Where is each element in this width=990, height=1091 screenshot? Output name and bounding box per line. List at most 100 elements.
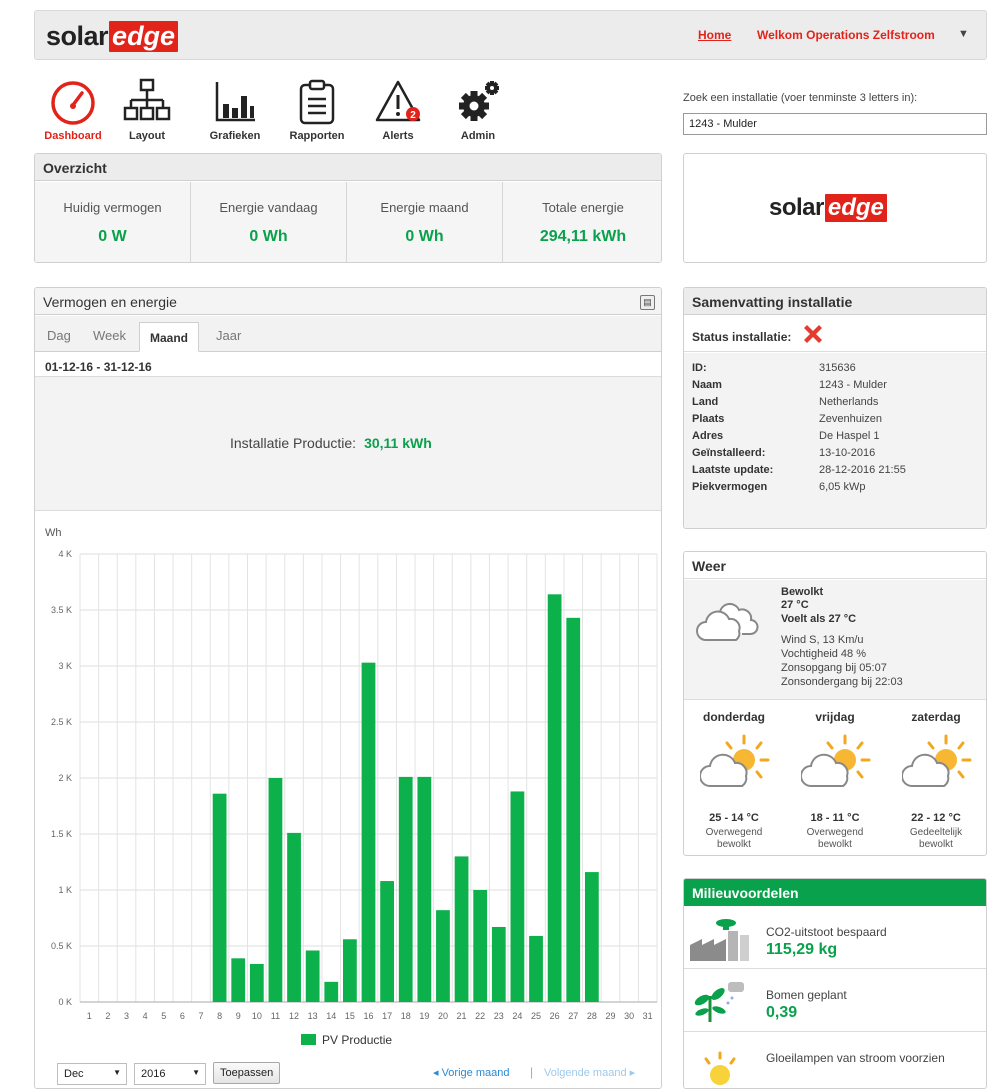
x-tick-label: 15 bbox=[345, 1011, 355, 1021]
env-value: 115,29 kg bbox=[766, 941, 838, 958]
forecast-desc-line: bewolkt bbox=[717, 839, 751, 850]
env-title: Milieuvoordelen bbox=[684, 879, 986, 906]
chart-bar bbox=[566, 617, 581, 1002]
pv-production-chart: Wh0 K0.5 K1 K1.5 K2 K2.5 K3 K3.5 K4 K1 2 3… bbox=[45, 527, 658, 1047]
tab-week[interactable]: Week bbox=[93, 328, 126, 343]
env-label: Gloeilampen van stroom voorzien bbox=[766, 1051, 945, 1065]
weather-humidity: Vochtigheid 48 % bbox=[781, 648, 867, 660]
x-tick-label: 21 bbox=[457, 1011, 467, 1021]
env-co2-row: CO2-uitstoot bespaard 115,29 kg bbox=[684, 907, 986, 969]
y-tick-label: 0.5 K bbox=[51, 941, 72, 951]
weather-feels-like: Voelt als 27 °C bbox=[781, 613, 857, 625]
tree-sprout-icon bbox=[694, 982, 744, 1022]
nav-alerts[interactable]: 2 Alerts bbox=[363, 78, 433, 146]
tab-maand[interactable]: Maand bbox=[139, 322, 200, 352]
x-tick-label: 13 bbox=[308, 1011, 318, 1021]
y-axis-label: Wh bbox=[45, 527, 62, 539]
month-select[interactable]: Dec ▼ bbox=[57, 1063, 127, 1085]
overview-value: 294,11 kWh bbox=[539, 228, 627, 245]
dashboard-gauge-icon bbox=[51, 81, 95, 125]
chart-bar bbox=[305, 950, 320, 1002]
red-x-icon bbox=[804, 325, 822, 343]
env-label: Bomen geplant bbox=[766, 988, 847, 1002]
x-tick-label: 12 bbox=[289, 1011, 299, 1021]
x-tick-label: 3 bbox=[124, 1011, 129, 1021]
nav-label: Grafieken bbox=[209, 130, 261, 142]
x-tick-label: 4 bbox=[143, 1011, 148, 1021]
x-tick-label: 20 bbox=[438, 1011, 448, 1021]
y-tick-label: 1 K bbox=[58, 885, 72, 895]
y-tick-label: 3 K bbox=[58, 661, 72, 671]
forecast-desc-line: bewolkt bbox=[919, 839, 953, 850]
installation-search-input[interactable] bbox=[683, 113, 987, 135]
next-month-link[interactable]: Volgende maand ▸ bbox=[544, 1066, 635, 1079]
layout-tree-icon bbox=[123, 78, 171, 121]
gears-icon bbox=[459, 81, 499, 121]
weather-condition: Bewolkt bbox=[781, 586, 824, 598]
status-label: Status installatie: bbox=[692, 330, 792, 344]
overview-value: 0 Wh bbox=[249, 228, 288, 245]
nav-admin[interactable]: Admin bbox=[443, 78, 513, 146]
overview-label: Huidig vermogen bbox=[63, 200, 162, 215]
nav-grafieken[interactable]: Grafieken bbox=[200, 78, 270, 146]
forecast-day-name: vrijdag bbox=[815, 710, 855, 724]
light-bulb-icon bbox=[704, 1051, 736, 1085]
warning-triangle-icon: 2 bbox=[375, 80, 421, 122]
chart-bar bbox=[436, 910, 450, 1002]
detail-value: 28-12-2016 21:55 bbox=[819, 464, 906, 476]
logo-solar-text: solar bbox=[46, 21, 109, 51]
chart-bar bbox=[249, 963, 264, 1002]
forecast-desc-line: bewolkt bbox=[818, 839, 852, 850]
detail-value: Zevenhuizen bbox=[819, 413, 882, 425]
previous-month-link[interactable]: ◂ Vorige maand bbox=[433, 1066, 509, 1079]
nav-layout[interactable]: Layout bbox=[112, 78, 182, 146]
nav-dashboard[interactable]: Dashboard bbox=[38, 78, 108, 146]
forecast-day: vrijdag 18 - 11 °C Overwegend bewolkt bbox=[785, 710, 885, 850]
user-menu-welcome[interactable]: Welkom Operations Zelfstroom bbox=[757, 28, 935, 42]
x-tick-label: 1 bbox=[87, 1011, 92, 1021]
x-tick-label: 23 bbox=[494, 1011, 504, 1021]
x-tick-label: 19 bbox=[419, 1011, 429, 1021]
solaredge-logo[interactable]: solar edge bbox=[46, 21, 179, 52]
tab-dag[interactable]: Dag bbox=[47, 328, 71, 343]
month-select-value: Dec bbox=[64, 1068, 84, 1080]
weather-wind: Wind S, 13 Km/u bbox=[781, 634, 864, 646]
year-select[interactable]: 2016 ▼ bbox=[134, 1063, 206, 1085]
forecast-day: zaterdag 22 - 12 °C Gedeeltelijk bewolkt bbox=[886, 710, 986, 850]
forecast-desc-line: Gedeeltelijk bbox=[909, 827, 963, 838]
apply-button[interactable]: Toepassen bbox=[213, 1062, 281, 1084]
export-icon[interactable]: ▤ bbox=[640, 295, 655, 310]
cloudy-icon bbox=[696, 602, 759, 641]
detail-key: Geïnstalleerd: bbox=[692, 447, 766, 459]
weather-sunset: Zonsondergang bij 22:03 bbox=[781, 676, 903, 688]
detail-key: Piekvermogen bbox=[692, 481, 768, 493]
x-tick-label: 16 bbox=[363, 1011, 373, 1021]
overview-panel: Overzicht Huidig vermogen 0 W Energie va… bbox=[34, 153, 662, 263]
weather-temperature: 27 °C bbox=[781, 599, 809, 611]
x-tick-label: 29 bbox=[605, 1011, 615, 1021]
x-tick-label: 5 bbox=[161, 1011, 166, 1021]
factory-co2-icon bbox=[690, 919, 749, 961]
chart-bar bbox=[473, 890, 488, 1002]
y-tick-label: 1.5 K bbox=[51, 829, 72, 839]
forecast-desc-line: Overwegend bbox=[806, 827, 864, 838]
overview-value: 0 W bbox=[98, 228, 127, 245]
nav-label: Admin bbox=[460, 130, 496, 142]
logo-edge-text: edge bbox=[109, 21, 179, 52]
nav-label: Alerts bbox=[382, 130, 414, 142]
chart-bar bbox=[380, 881, 394, 1002]
production-summary: Installatie Productie: 30,11 kWh bbox=[35, 376, 661, 511]
power-energy-title: Vermogen en energie bbox=[35, 288, 661, 315]
home-link[interactable]: Home bbox=[698, 28, 731, 42]
overview-energy-month: Energie maand 0 Wh bbox=[347, 182, 503, 262]
partly-cloudy-icon bbox=[801, 734, 871, 787]
tab-jaar[interactable]: Jaar bbox=[216, 328, 241, 343]
production-line: Installatie Productie: 30,11 kWh bbox=[230, 435, 432, 451]
user-menu-caret-icon[interactable]: ▼ bbox=[958, 28, 969, 40]
x-tick-label: 7 bbox=[198, 1011, 203, 1021]
forecast-temp: 18 - 11 °C bbox=[810, 812, 860, 824]
chart-bar bbox=[268, 778, 283, 1002]
x-tick-label: 31 bbox=[643, 1011, 653, 1021]
x-tick-label: 26 bbox=[550, 1011, 560, 1021]
nav-rapporten[interactable]: Rapporten bbox=[282, 78, 352, 146]
